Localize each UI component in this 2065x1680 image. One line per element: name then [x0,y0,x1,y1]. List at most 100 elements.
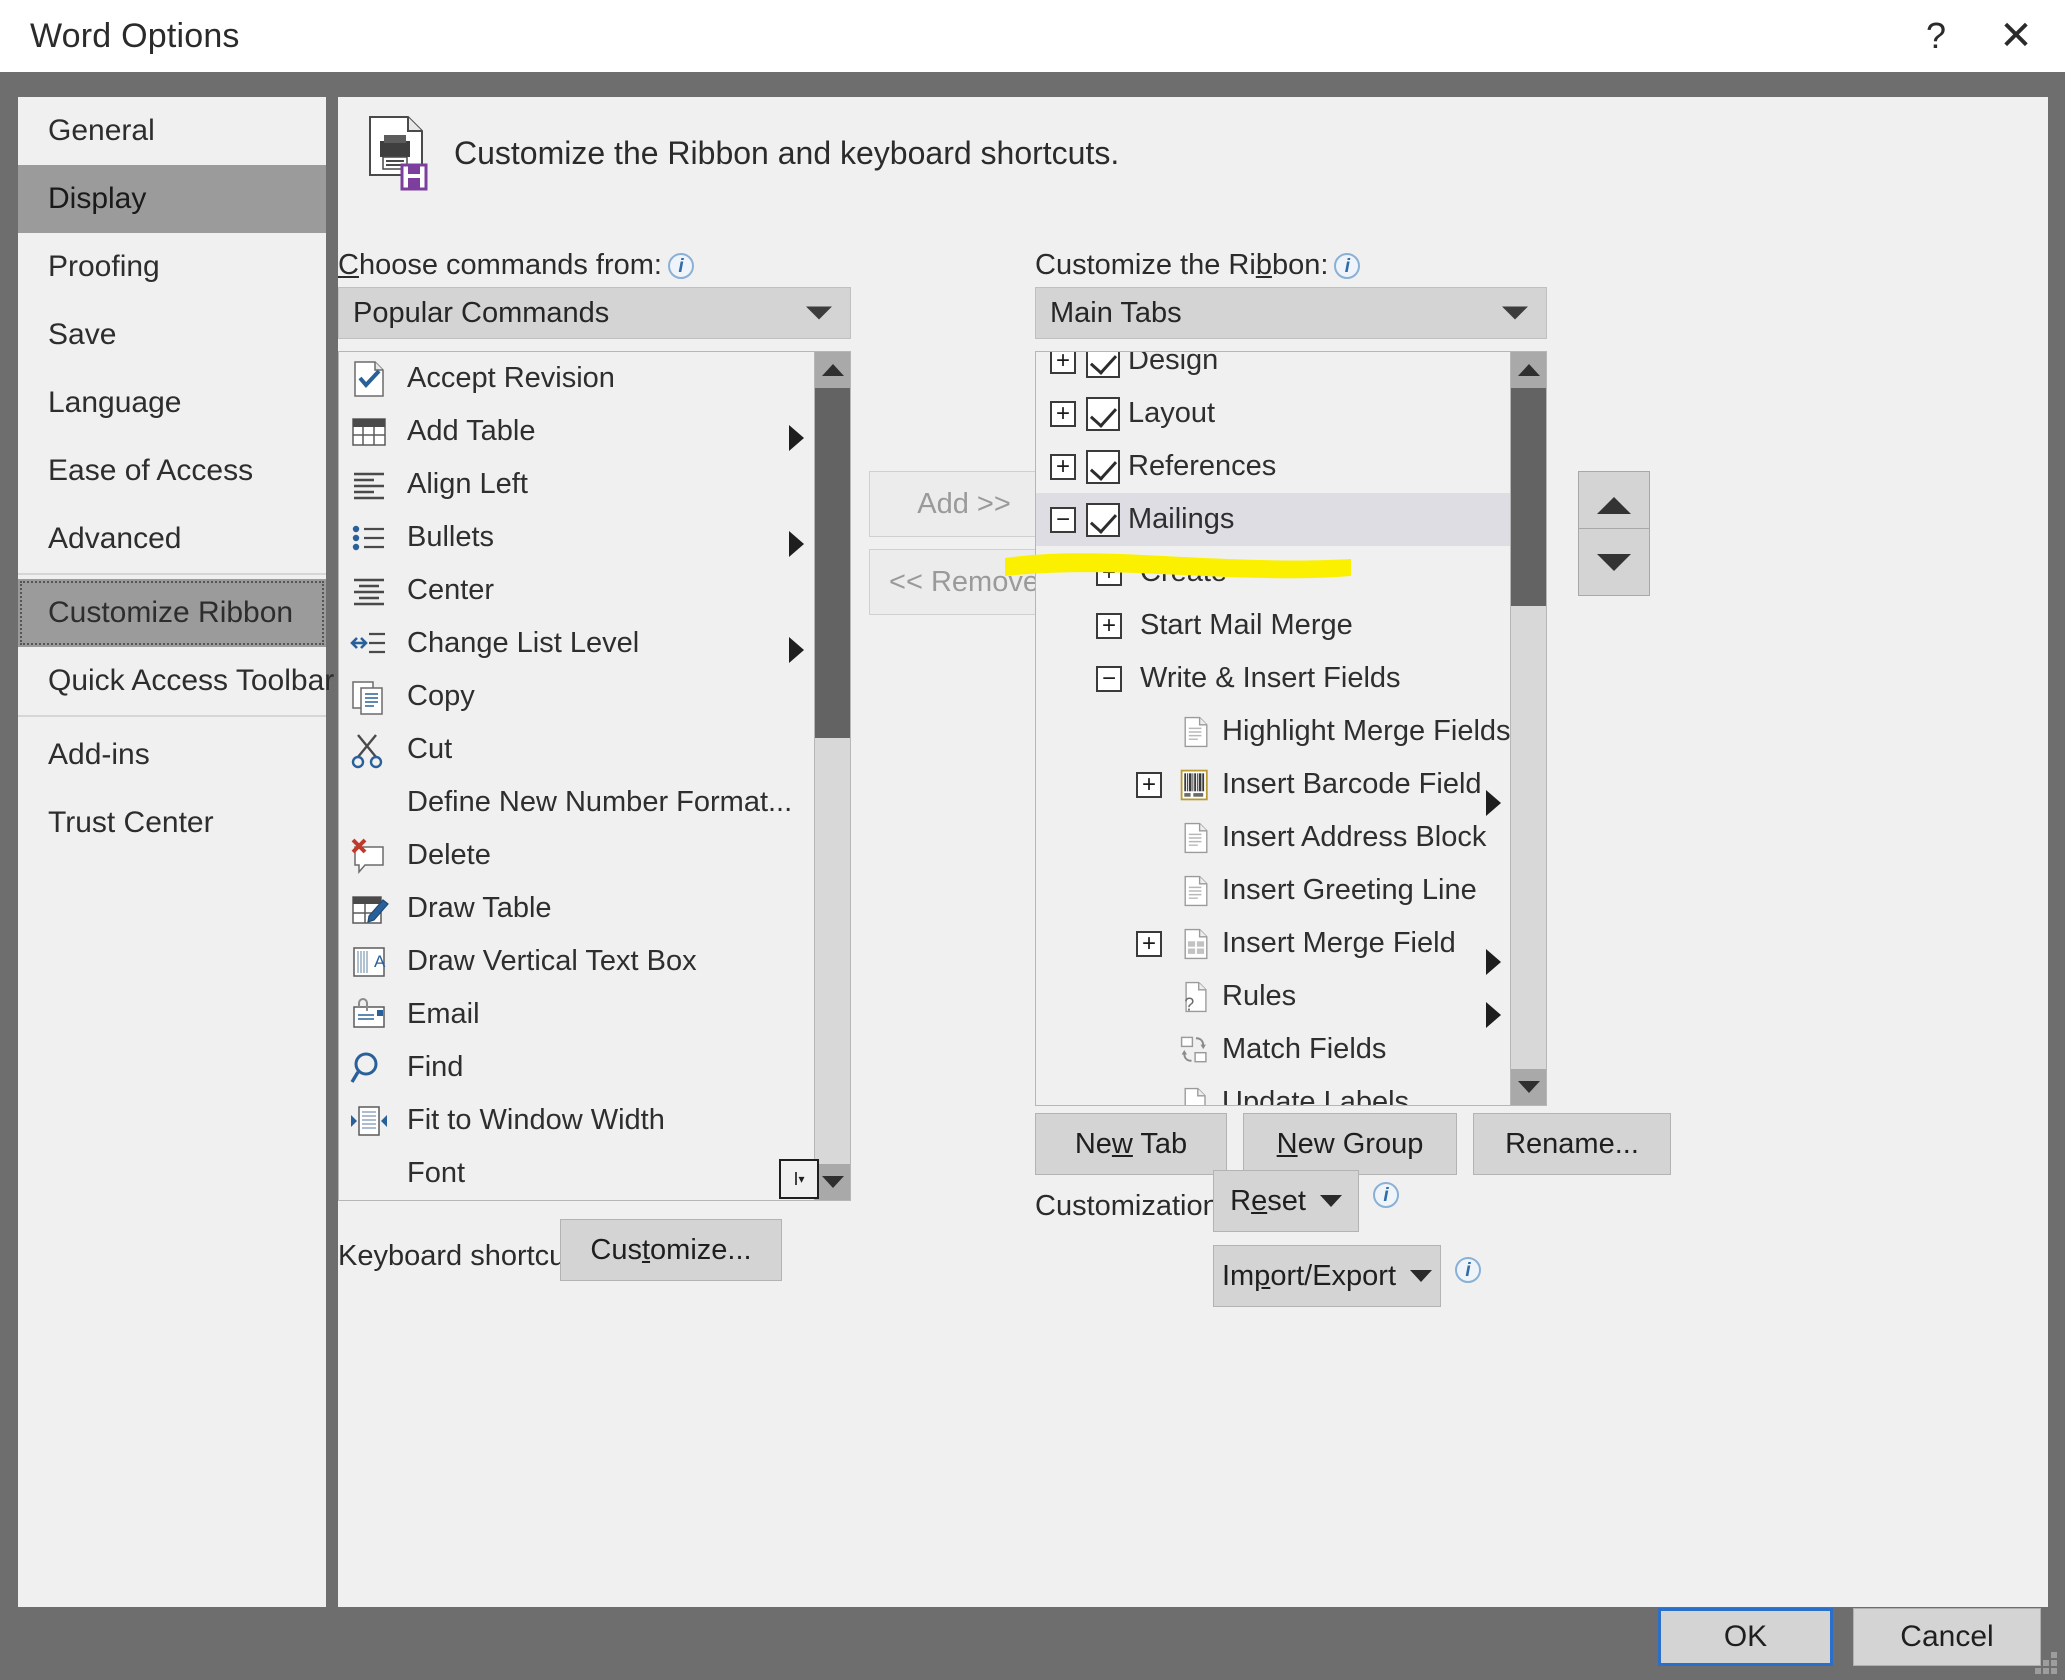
ribbon-tab-checkbox[interactable] [1086,503,1120,537]
command-list-item[interactable]: Change List Level [339,617,814,670]
ribbon-tree-item[interactable]: +Start Mail Merge [1036,599,1510,652]
tree-scroll-down-button[interactable] [1511,1069,1546,1105]
cancel-button[interactable]: Cancel [1853,1608,2041,1666]
sidebar-item-language[interactable]: Language [18,369,326,437]
resize-grip[interactable] [2035,1652,2057,1674]
ribbon-tab-checkbox[interactable] [1086,450,1120,484]
command-list-item[interactable]: Email [339,988,814,1041]
command-list-item[interactable]: Bullets [339,511,814,564]
tree-scroll-up-button[interactable] [1511,352,1546,388]
command-list-item[interactable]: Cut [339,723,814,776]
sidebar-item-save[interactable]: Save [18,301,326,369]
customize-keyboard-button[interactable]: Customize... [560,1219,782,1281]
info-icon[interactable]: i [668,253,694,279]
ribbon-tree-item[interactable]: +Insert Barcode Field [1036,758,1510,811]
scroll-down-button[interactable] [815,1164,850,1200]
expand-plus-icon[interactable]: + [1096,560,1122,586]
commands-scrollbar-thumb[interactable] [815,388,850,738]
info-icon-import[interactable]: i [1455,1257,1481,1283]
collapse-minus-icon[interactable]: − [1050,507,1076,533]
scroll-up-button[interactable] [815,352,850,388]
ribbon-tab-checkbox[interactable] [1086,397,1120,431]
sidebar-item-trust-center[interactable]: Trust Center [18,789,326,857]
ribbon-tree-item[interactable]: +Insert Merge Field [1036,917,1510,970]
sidebar-item-advanced[interactable]: Advanced [18,505,326,573]
close-button[interactable]: ✕ [1977,0,2055,72]
ribbon-tree-item[interactable]: Highlight Merge Fields [1036,705,1510,758]
bullets-icon [349,519,393,557]
ribbon-tab-checkbox[interactable] [1086,352,1120,378]
commands-scrollbar[interactable] [814,352,850,1200]
expand-plus-icon[interactable]: + [1050,352,1076,374]
sidebar-item-display[interactable]: Display [18,165,326,233]
ribbon-tree-scrollbar-thumb[interactable] [1511,388,1546,606]
command-list-item[interactable]: Copy [339,670,814,723]
command-list-item[interactable]: ADraw Vertical Text Box [339,935,814,988]
expand-plus-icon[interactable]: + [1096,613,1122,639]
info-icon-reset[interactable]: i [1373,1182,1399,1208]
ribbon-tree-item[interactable]: Insert Address Block [1036,811,1510,864]
match-fields-icon [1178,1030,1214,1070]
command-list-item[interactable]: Font [339,1147,814,1200]
expand-plus-icon[interactable]: + [1050,401,1076,427]
new-tab-button[interactable]: New Tab [1035,1113,1227,1175]
rules-question-icon: ? [1178,977,1214,1017]
expand-plus-icon[interactable]: + [1050,454,1076,480]
ribbon-tree-item[interactable]: −Write & Insert Fields [1036,652,1510,705]
sidebar-item-add-ins[interactable]: Add-ins [18,721,326,789]
move-up-arrow-icon [1597,497,1631,514]
ribbon-tree-item[interactable]: −Mailings [1036,493,1510,546]
choose-commands-from-dropdown[interactable]: Popular Commands [338,287,851,339]
command-list-item[interactable]: Center [339,564,814,617]
ribbon-tree-item[interactable]: +References [1036,440,1510,493]
command-list-item[interactable]: Draw Table [339,882,814,935]
expand-plus-icon[interactable]: + [1136,931,1162,957]
ribbon-tree-item-label: Update Labels [1222,1086,1409,1105]
cancel-label: Cancel [1900,1620,1993,1654]
command-list-item[interactable]: Find [339,1041,814,1094]
sidebar-item-quick-access-toolbar[interactable]: Quick Access Toolbar [18,647,326,715]
help-button[interactable]: ? [1897,0,1975,72]
new-group-button[interactable]: New Group [1243,1113,1457,1175]
ribbon-tree-item[interactable]: +Create [1036,546,1510,599]
reset-button[interactable]: Reset [1213,1170,1359,1232]
available-commands-listbox[interactable]: Accept Revision Add Table Align LeftBullet… [338,351,851,1201]
ribbon-tree-item[interactable]: ?Rules [1036,970,1510,1023]
command-list-item[interactable]: Define New Number Format... [339,776,814,829]
add-button[interactable]: Add >> [869,471,1059,537]
sidebar-item-ease-of-access[interactable]: Ease of Access [18,437,326,505]
move-down-button[interactable] [1578,528,1650,596]
expander-placeholder [1136,1090,1162,1106]
import-export-label: Import/Export [1222,1260,1396,1293]
font-entry-box-icon[interactable]: I▾ [779,1159,819,1199]
expand-plus-icon[interactable]: + [1136,772,1162,798]
ribbon-tree-item[interactable]: Insert Greeting Line [1036,864,1510,917]
command-list-item[interactable]: Add Table [339,405,814,458]
remove-button[interactable]: << Remove [869,549,1059,615]
ribbon-tree-scrollbar[interactable] [1510,352,1546,1105]
command-list-item[interactable]: Delete [339,829,814,882]
ok-button[interactable]: OK [1658,1608,1833,1666]
ribbon-tree-listbox[interactable]: +Design+Layout+References−Mailings+Creat… [1035,351,1547,1106]
rename-button[interactable]: Rename... [1473,1113,1671,1175]
ribbon-tree-item[interactable]: Update Labels [1036,1076,1510,1105]
info-icon-ribbon[interactable]: i [1334,253,1360,279]
dialog-footer: OK Cancel [0,1607,2065,1680]
command-list-item[interactable]: Align Left [339,458,814,511]
ribbon-tree-item[interactable]: +Design [1036,352,1510,387]
command-list-item[interactable]: Accept Revision [339,352,814,405]
customize-ribbon-dropdown[interactable]: Main Tabs [1035,287,1547,339]
cut-scissors-icon [349,731,393,769]
command-list-item[interactable]: Fit to Window Width [339,1094,814,1147]
chevron-down-icon-reset [1320,1195,1342,1207]
tree-submenu-arrow-icon [1486,1002,1501,1028]
ribbon-tree-item[interactable]: Match Fields [1036,1023,1510,1076]
sidebar-item-customize-ribbon[interactable]: Customize Ribbon [18,579,326,647]
sidebar-item-proofing[interactable]: Proofing [18,233,326,301]
ribbon-tree-item[interactable]: +Layout [1036,387,1510,440]
command-label: Add Table [407,415,535,448]
submenu-arrow-icon [789,637,804,663]
collapse-minus-icon[interactable]: − [1096,666,1122,692]
import-export-button[interactable]: Import/Export [1213,1245,1441,1307]
sidebar-item-general[interactable]: General [18,97,326,165]
